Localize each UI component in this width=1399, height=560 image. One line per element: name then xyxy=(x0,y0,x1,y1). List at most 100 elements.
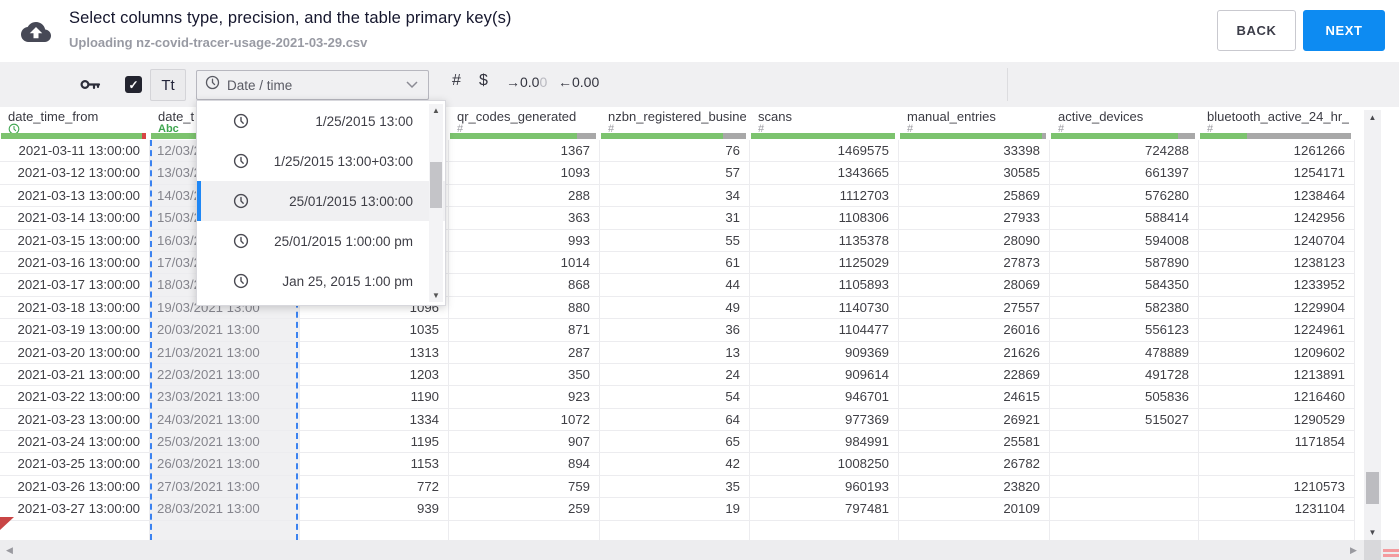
cell: 28090 xyxy=(899,229,1050,252)
cell: 23820 xyxy=(899,475,1050,499)
cell: 2021-03-19 13:00:00 xyxy=(0,319,150,342)
empty-cell xyxy=(300,520,449,540)
cell xyxy=(1050,475,1199,499)
column-header-nzbn_registered_busine[interactable]: nzbn_registered_busine # xyxy=(600,107,750,140)
scroll-up-icon[interactable]: ▲ xyxy=(1364,113,1381,122)
dropdown-scroll-thumb[interactable] xyxy=(430,162,442,208)
back-button[interactable]: BACK xyxy=(1217,10,1296,51)
type-select[interactable]: Date / time xyxy=(196,70,429,100)
cell: 515027 xyxy=(1050,408,1199,432)
empty-cell xyxy=(0,520,150,540)
cell: 30585 xyxy=(899,162,1050,185)
cell: 27933 xyxy=(899,207,1050,230)
cell: 1125029 xyxy=(750,251,899,275)
cell: 1035 xyxy=(300,319,449,342)
primary-key-icon[interactable] xyxy=(80,76,101,93)
empty-cell xyxy=(150,520,300,540)
scrollbar-corner xyxy=(1364,540,1381,560)
cell: 871 xyxy=(449,319,600,342)
cell: 1229904 xyxy=(1199,296,1355,320)
cell: 2021-03-25 13:00:00 xyxy=(0,453,150,476)
column-header-date_time_from[interactable]: date_time_from xyxy=(0,107,150,140)
currency-type-button[interactable]: $ xyxy=(479,72,488,90)
cell: 1072 xyxy=(449,408,600,432)
type-select-value: Date / time xyxy=(227,77,293,93)
cell: 584350 xyxy=(1050,274,1199,297)
cell: 27557 xyxy=(899,296,1050,320)
cell: 24 xyxy=(600,363,750,387)
option-label: 25/01/2015 1:00:00 pm xyxy=(274,233,413,249)
date-format-option[interactable]: 1/25/2015 13:00+03:00 xyxy=(197,141,445,181)
date-format-option[interactable]: 1/25/2015 13:00 xyxy=(197,101,445,141)
boolean-type-checkbox[interactable]: ✓ xyxy=(125,76,142,93)
cell: 2021-03-24 13:00:00 xyxy=(0,431,150,454)
cell: 1224961 xyxy=(1199,319,1355,342)
cell: 76 xyxy=(600,140,750,163)
column-quality-bar xyxy=(900,133,1046,139)
column-header-manual_entries[interactable]: manual_entries # xyxy=(899,107,1050,140)
cell: 2021-03-15 13:00:00 xyxy=(0,229,150,252)
cell: 1231104 xyxy=(1199,498,1355,521)
cell: 1108306 xyxy=(750,207,899,230)
table-row: 2021-03-26 13:00:00 27/03/2021 13:00 772 75… xyxy=(0,475,1355,499)
cell: 2021-03-21 13:00:00 xyxy=(0,363,150,387)
column-header-bluetooth_active_24_hr_[interactable]: bluetooth_active_24_hr_ # xyxy=(1199,107,1355,140)
clock-icon xyxy=(233,273,249,289)
clock-icon xyxy=(233,153,249,169)
cell: 1313 xyxy=(300,341,449,364)
cell: 1343665 xyxy=(750,162,899,185)
cell: 797481 xyxy=(750,498,899,521)
cell: 909614 xyxy=(750,363,899,387)
clock-icon xyxy=(233,113,249,129)
cell: 288 xyxy=(449,184,600,208)
cell: 2021-03-14 13:00:00 xyxy=(0,207,150,230)
date-format-option[interactable]: Jan 25, 2015 1:00 pm xyxy=(197,261,445,301)
cell: 984991 xyxy=(750,431,899,454)
column-quality-bar xyxy=(601,133,746,139)
cell: 26016 xyxy=(899,319,1050,342)
cell: 26782 xyxy=(899,453,1050,476)
next-button[interactable]: NEXT xyxy=(1303,10,1385,51)
cell: 1112703 xyxy=(750,184,899,208)
cell xyxy=(1199,453,1355,476)
cell: 2021-03-11 13:00:00 xyxy=(0,140,150,163)
column-name: active_devices xyxy=(1058,109,1144,124)
cell: 1171854 xyxy=(1199,431,1355,454)
scroll-right-icon[interactable]: ▶ xyxy=(1350,545,1357,556)
cell: 977369 xyxy=(750,408,899,432)
decrease-decimals-button[interactable]: ←0.00 xyxy=(558,74,599,90)
date-format-option[interactable]: 25/01/2015 1:00:00 pm xyxy=(197,221,445,261)
scroll-down-icon[interactable]: ▼ xyxy=(1364,528,1381,537)
cell: 57 xyxy=(600,162,750,185)
scroll-left-icon[interactable]: ◀ xyxy=(6,545,13,556)
vertical-scroll-thumb[interactable] xyxy=(1366,472,1379,504)
page-title: Select columns type, precision, and the … xyxy=(69,9,512,27)
column-header-qr_codes_generated[interactable]: qr_codes_generated # xyxy=(449,107,600,140)
dropdown-scroll-down-icon[interactable]: ▼ xyxy=(429,291,443,300)
cell: 2021-03-23 13:00:00 xyxy=(0,408,150,432)
empty-cell xyxy=(750,520,899,540)
date-format-option[interactable]: 25/01/2015 13:00:00 xyxy=(197,181,445,221)
text-type-button[interactable]: Tt xyxy=(150,69,186,101)
corner-stripes-decoration xyxy=(1383,547,1399,560)
cell: 2021-03-16 13:00:00 xyxy=(0,251,150,275)
vertical-scrollbar: ▲ ▼ xyxy=(1364,110,1381,540)
horizontal-scrollbar: ◀ ▶ xyxy=(0,540,1399,560)
column-header-scans[interactable]: scans # xyxy=(750,107,899,140)
numeric-type-button[interactable]: # xyxy=(452,72,461,90)
option-label: 1/25/2015 13:00 xyxy=(315,113,413,129)
column-header-active_devices[interactable]: active_devices # xyxy=(1050,107,1199,140)
cell: 1334 xyxy=(300,408,449,432)
table-row: 2021-03-23 13:00:00 24/03/2021 13:00 1334 1… xyxy=(0,408,1355,432)
cell: 1213891 xyxy=(1199,363,1355,387)
cell: 24/03/2021 13:00 xyxy=(150,408,300,432)
empty-cell xyxy=(449,520,600,540)
cell: 868 xyxy=(449,274,600,297)
cell: 25869 xyxy=(899,184,1050,208)
cell: 22869 xyxy=(899,363,1050,387)
cell: 44 xyxy=(600,274,750,297)
cell: 2021-03-13 13:00:00 xyxy=(0,184,150,208)
increase-decimals-button[interactable]: →0.00 xyxy=(506,74,547,90)
cell: 759 xyxy=(449,475,600,499)
dropdown-scroll-up-icon[interactable]: ▲ xyxy=(429,106,443,115)
